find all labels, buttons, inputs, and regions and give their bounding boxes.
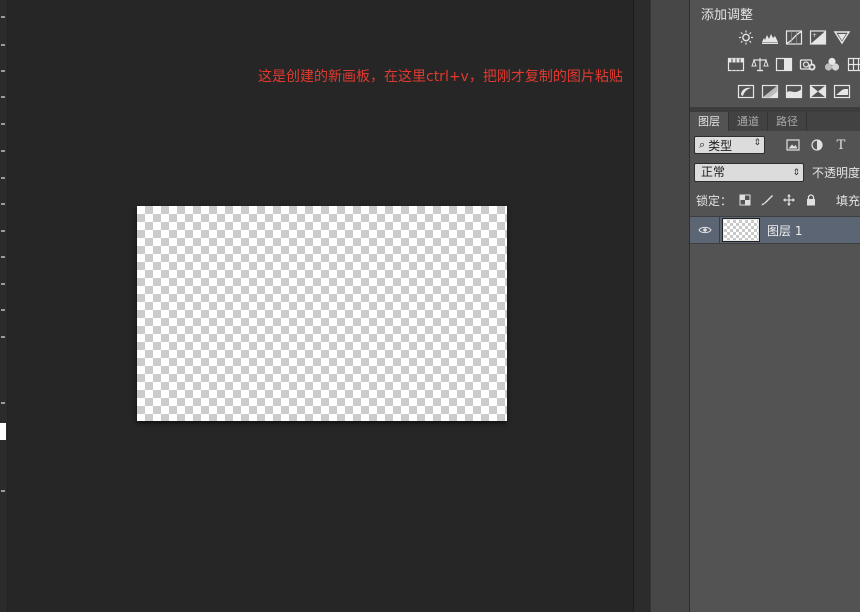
lock-row: 锁定： 填充 [696,191,860,209]
stepper-icon: ⇕ [792,167,800,178]
layer-row[interactable]: 图层 1 [690,216,860,244]
selective-color-icon[interactable] [808,83,827,99]
gradient-map-icon[interactable] [832,83,851,99]
layer-filter-select[interactable]: ⌕ 类型 ⇕ [694,136,765,154]
lock-image-pixels-icon[interactable] [758,192,776,208]
tool-handle[interactable] [1,490,5,492]
pixel-layer-filter-icon[interactable] [781,136,805,154]
photoshop-window: 这是创建的新画板，在这里ctrl+v，把刚才复制的图片粘贴 添加调整 + 图层 … [0,0,860,612]
adjustments-title: 添加调整 [701,8,754,23]
layer-filter-row: ⌕ 类型 ⇕ T [694,135,860,155]
visibility-toggle[interactable] [690,217,720,243]
panel-dock [650,0,690,612]
lock-all-icon[interactable] [802,192,820,208]
tool-handle[interactable] [1,230,5,232]
tool-handle[interactable] [1,123,5,125]
svg-text:+: + [812,32,817,39]
levels-icon[interactable] [760,29,779,45]
curves-icon[interactable] [784,29,803,45]
tool-handle[interactable] [1,70,5,72]
tutorial-annotation: 这是创建的新画板，在这里ctrl+v，把刚才复制的图片粘贴 [258,69,623,85]
threshold-icon[interactable] [784,83,803,99]
layers-panel-tabs: 图层 通道 路径 [690,112,860,131]
lock-transparent-pixels-icon[interactable] [736,192,754,208]
black-white-icon[interactable] [774,56,793,72]
layer-name[interactable]: 图层 1 [767,222,802,239]
stepper-icon: ⇕ [753,138,761,148]
foreground-color-swatch[interactable] [0,423,6,440]
canvas-scrollbar[interactable] [633,0,650,612]
tool-handle[interactable] [1,309,5,311]
blend-mode-value: 正常 [701,164,726,179]
tool-handle[interactable] [1,283,5,285]
eye-icon [697,226,712,234]
fill-label: 填充 [835,193,860,208]
tool-handle[interactable] [1,336,5,338]
right-panel: 添加调整 + 图层 通道 路径 ⌕ 类型 ⇕ T 正常 ⇕ 不透明度 锁定： 填… [690,0,860,612]
blend-mode-row: 正常 ⇕ 不透明度 [694,162,860,182]
blend-mode-select[interactable]: 正常 ⇕ [694,162,804,182]
adjustments-row-1: + [736,29,851,49]
lock-label: 锁定： [696,193,733,208]
type-layer-filter-icon[interactable]: T [829,136,853,154]
tool-handle[interactable] [1,177,5,179]
adjustments-row-3 [736,83,851,103]
filter-type-value: 类型 [708,138,733,153]
tool-handle[interactable] [1,150,5,152]
tab-channels[interactable]: 通道 [729,112,768,131]
tab-layers[interactable]: 图层 [690,112,729,131]
tools-panel [0,0,8,612]
lock-position-icon[interactable] [780,192,798,208]
tool-handle[interactable] [1,96,5,98]
transparent-artboard[interactable] [137,206,507,421]
vibrance-icon[interactable] [832,29,851,45]
opacity-label: 不透明度 [811,165,860,180]
channel-mixer-icon[interactable] [822,56,841,72]
search-icon: ⌕ [699,138,706,151]
layer-thumbnail[interactable] [722,218,760,242]
adjustment-layer-filter-icon[interactable] [805,136,829,154]
posterize-icon[interactable] [760,83,779,99]
tool-handle[interactable] [1,16,5,18]
tab-paths[interactable]: 路径 [768,112,807,131]
adjustments-row-2 [726,56,860,76]
hue-saturation-icon[interactable] [726,56,745,72]
color-lookup-icon[interactable] [846,56,860,72]
tool-handle[interactable] [1,256,5,258]
layers-list-empty-area [690,244,860,612]
color-balance-icon[interactable] [750,56,769,72]
invert-icon[interactable] [736,83,755,99]
brightness-icon[interactable] [736,29,755,45]
tool-handle[interactable] [1,402,5,404]
photo-filter-icon[interactable] [798,56,817,72]
tool-handle[interactable] [1,203,5,205]
exposure-icon[interactable]: + [808,29,827,45]
tool-handle[interactable] [1,44,5,46]
